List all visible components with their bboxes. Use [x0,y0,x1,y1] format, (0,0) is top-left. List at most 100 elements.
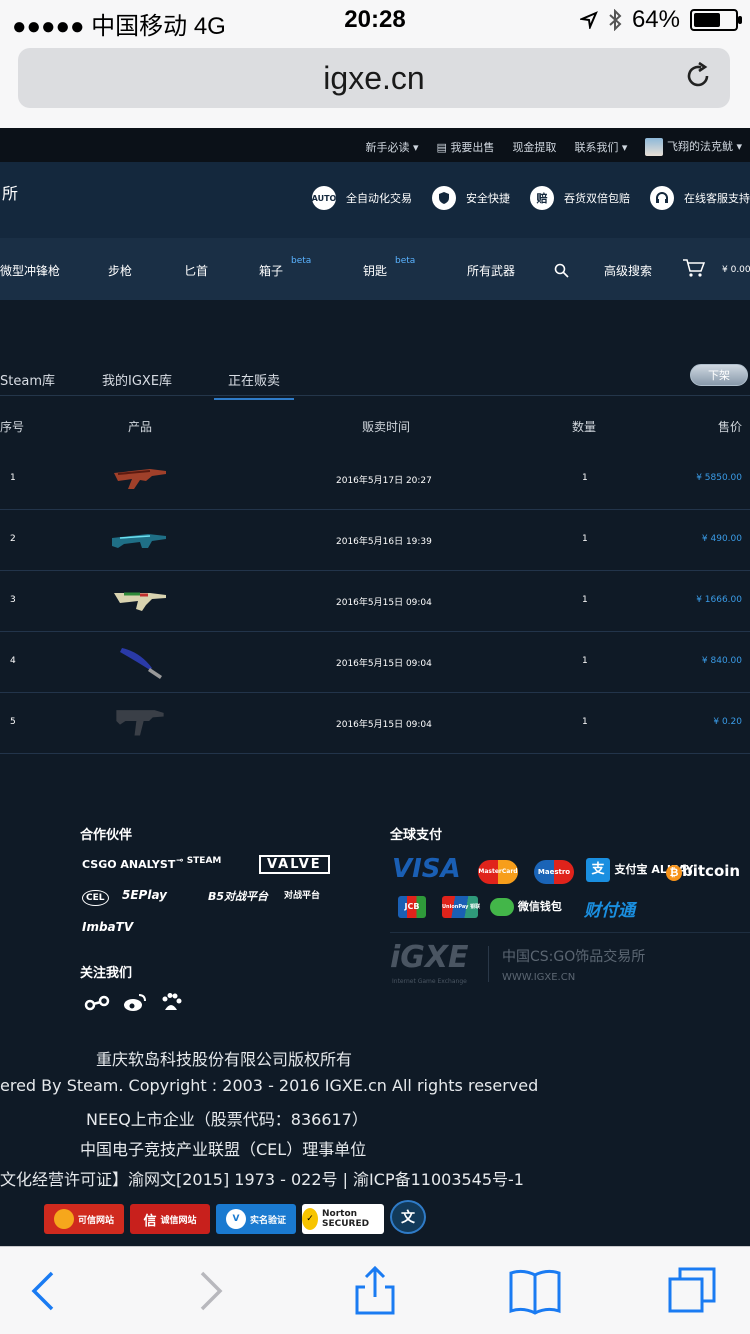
battery-percent: 64% [631,6,680,33]
tab-igxe-inventory[interactable]: 我的IGXE库 [102,370,172,389]
feature-safe: 安全快捷 [432,186,510,210]
topbar-guide[interactable]: 新手必读 ▾ [366,139,419,155]
cart-icon[interactable] [682,258,706,278]
table-row[interactable]: 2 2016年5月16日 19:39 1 ¥ 490.00 [0,510,750,571]
copyright-company: 重庆软岛科技股份有限公司版权所有 [96,1050,353,1069]
table-row[interactable]: 1 2016年5月17日 20:27 1 ¥ 5850.00 [0,449,750,510]
badge-label: Norton SECURED [322,1209,370,1229]
search-icon[interactable] [554,263,569,278]
nav-key[interactable]: 钥匙 [363,262,387,279]
row-price: ¥ 490.00 [701,534,742,544]
nav-advanced-search[interactable]: 高级搜索 [604,262,652,279]
delist-button[interactable]: 下架 [690,364,748,386]
payments-title: 全球支付 [390,828,443,843]
ak-skin-icon [114,592,166,611]
nav-smg[interactable]: 微型冲锋枪 [0,262,60,279]
auto-icon: AUTO [312,186,336,210]
feature-compensate: 赔吞货双倍包赔 [530,186,630,210]
weibo-icon[interactable] [122,992,148,1014]
row-time: 2016年5月15日 09:04 [336,659,432,669]
badge-label: 实名验证 [249,1215,286,1226]
badge-realname[interactable]: V 实名验证 [216,1204,296,1234]
row-time: 2016年5月17日 20:27 [336,476,432,486]
knife-skin-icon [120,648,162,679]
partner-imbatv[interactable]: ImbaTV [82,920,133,934]
main-nav: 微型冲锋枪 步枪 匕首 箱子 beta 钥匙 beta 所有武器 高级搜索 ¥ … [0,238,750,300]
col-product: 产品 [128,420,153,434]
row-index: 5 [10,717,16,727]
url-text[interactable]: igxe.cn [18,60,730,97]
row-price: ¥ 840.00 [701,656,742,666]
tab-steam-inventory[interactable]: Steam库 [0,370,55,389]
feature-list: AUTO 全自动化交易 安全快捷 赔吞货双倍包赔 在线客服支持 [312,186,750,210]
row-qty: 1 [582,534,588,544]
partner-duizhan[interactable]: 对战平台 [284,888,320,901]
sell-icon: ▤ [436,141,447,154]
topbar-sell[interactable]: ▤ 我要出售 [437,139,495,155]
badge-label: 诚信网站 [160,1215,197,1226]
cart-total[interactable]: ¥ 0.00 [722,265,750,275]
row-qty: 1 [582,717,588,727]
topbar-user[interactable]: 飞翔的法克鱿 ▾ [645,138,742,156]
nav-case[interactable]: 箱子 [259,262,283,279]
bookmarks-icon[interactable] [505,1265,565,1317]
col-qty: 数量 [572,420,597,434]
feature-label: 在线客服支持 [684,192,750,205]
badge-norton[interactable]: ✓ Norton SECURED [302,1204,384,1234]
trusted-icon [53,1209,74,1229]
pay-tenpay: 财付通 [584,901,635,921]
pay-visa: VISA [392,854,461,884]
compensate-icon: 赔 [530,186,554,210]
copyright-cel: 中国电子竞技产业联盟（CEL）理事单位 [80,1140,367,1159]
wechat-icon [490,898,514,916]
partner-5eplay[interactable]: 5EPlay [122,888,167,902]
feature-auto: AUTO 全自动化交易 [312,186,412,210]
nav-knife[interactable]: 匕首 [184,262,208,279]
partner-csgo-analyst[interactable]: CSGO ANALYST [82,858,175,871]
address-bar[interactable]: igxe.cn [18,48,730,108]
row-time: 2016年5月15日 09:04 [336,720,432,730]
pay-unionpay: UnionPay 银联 [442,896,480,918]
pay-maestro: Maestro [534,860,574,884]
avatar [645,138,664,156]
topbar-contact[interactable]: 联系我们 ▾ [574,139,627,155]
igxe-url: WWW.IGXE.CN [502,972,576,983]
badge-trusted-site[interactable]: 可信网站 [44,1204,124,1234]
safari-toolbar [0,1246,750,1334]
battery-level [694,13,720,27]
pay-wechat-label: 微信钱包 [517,900,562,913]
bluetooth-icon [609,9,622,31]
partner-steam-label: STEAM [186,856,222,866]
row-qty: 1 [582,656,588,666]
battery-icon [690,9,742,31]
alipay-icon: 支 [586,858,610,882]
partner-steam[interactable]: ⊸ STEAM [176,856,221,866]
tab-on-sale[interactable]: 正在贩卖 [214,370,295,400]
steam-icon: ⊸ [176,856,184,866]
nav-all-weapons[interactable]: 所有武器 [467,262,515,279]
back-icon[interactable] [14,1265,74,1317]
topbar-sell-label: 我要出售 [450,141,495,154]
table-row[interactable]: 3 2016年5月15日 09:04 1 ¥ 1666.00 [0,571,750,632]
badge-integrity-site[interactable]: 信诚信网站 [130,1204,210,1234]
partner-b5[interactable]: B5对战平台 [208,888,268,904]
table-row[interactable]: 4 2016年5月15日 09:04 1 ¥ 840.00 [0,632,750,693]
row-price: ¥ 0.20 [713,717,742,727]
headset-icon [650,186,674,210]
baidu-icon[interactable] [160,992,182,1014]
table-row[interactable]: 5 2016年5月15日 09:04 1 ¥ 0.20 [0,693,750,754]
partner-cel[interactable]: CEL [82,890,109,906]
tabs-icon[interactable] [662,1265,722,1317]
beta-tag: beta [291,256,312,266]
forward-icon[interactable] [180,1265,240,1317]
partner-valve[interactable]: VALVE [259,855,330,874]
topbar-withdraw[interactable]: 现金提取 [512,139,556,155]
culture-license-icon[interactable]: 文 [390,1200,426,1234]
brand-fragment[interactable]: 所 [2,180,18,204]
steam-follow-icon[interactable] [84,994,110,1012]
nav-rifle[interactable]: 步枪 [108,262,132,279]
copyright-neeq: NEEQ上市企业（股票代码：836617） [86,1110,368,1129]
share-icon[interactable] [345,1265,405,1317]
reload-icon[interactable] [682,60,714,92]
col-index: 序号 [0,420,25,434]
